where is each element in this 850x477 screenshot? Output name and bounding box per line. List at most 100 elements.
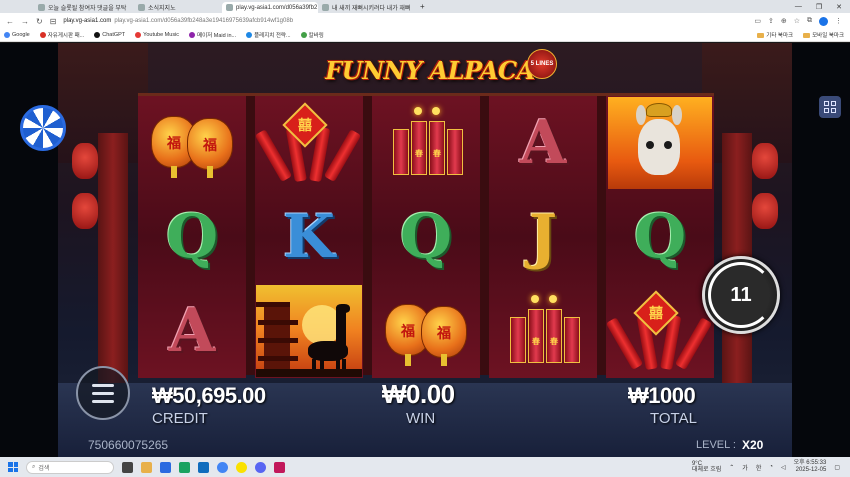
back-icon[interactable]: ← xyxy=(6,17,14,26)
discord-icon[interactable] xyxy=(255,461,266,473)
share-icon[interactable]: ⇪ xyxy=(768,17,774,26)
language-indicator[interactable]: 한 xyxy=(756,463,762,472)
lines-badge: 5 LINES xyxy=(527,49,557,79)
cast-icon[interactable]: ▭ xyxy=(754,17,761,26)
menu-dots-icon[interactable]: ⋮ xyxy=(835,17,842,26)
weather-widget[interactable]: 9°C 대체로 흐림 xyxy=(692,461,721,473)
tab-0[interactable]: 오늘 슬롯될 참여자 댓글을 부탁 xyxy=(34,2,134,13)
bookmark-6[interactable]: 칼바링 xyxy=(300,31,324,39)
symbol-pagoda-alpaca xyxy=(255,284,363,378)
reel-3: 春 春 Q 福 福 xyxy=(372,96,480,378)
temple-pillar xyxy=(98,133,128,383)
volume-icon[interactable]: ◁ xyxy=(781,464,786,471)
store-icon[interactable] xyxy=(160,461,171,473)
symbol-a: A xyxy=(168,296,216,366)
lantern-icon: 福 福 xyxy=(381,296,471,366)
reel-2: 囍 K xyxy=(254,96,363,378)
media-icon[interactable] xyxy=(274,461,285,473)
lantern-icon: 福 福 xyxy=(147,108,237,178)
tab-favicon-icon xyxy=(138,4,145,11)
system-tray: 9°C 대체로 흐림 ⌃ 가 한 ◔ ◁ 오후 6:55:33 2025-12-… xyxy=(692,460,850,474)
symbol-firecracker-bundle: 囍 xyxy=(605,284,714,378)
taskbar-search[interactable]: ⌕ 검색 xyxy=(26,460,114,474)
kakaotalk-icon[interactable] xyxy=(236,461,247,473)
notification-icon[interactable]: ▢ xyxy=(834,464,840,471)
reload-icon[interactable]: ↻ xyxy=(36,17,43,26)
firecracker-bundle-icon: 囍 xyxy=(605,290,713,371)
bookmark-star-icon[interactable]: ☆ xyxy=(794,17,800,26)
site-info-icon[interactable]: ⊟ xyxy=(50,17,57,26)
zoom-icon[interactable]: ⊕ xyxy=(781,17,787,26)
firecracker-bundle-icon: 囍 xyxy=(254,102,362,183)
symbol-q: Q xyxy=(399,202,453,272)
side-lantern xyxy=(752,193,778,229)
search-placeholder: 검색 xyxy=(38,465,50,472)
clock[interactable]: 오후 6:55:33 2025-12-05 xyxy=(794,460,827,474)
browser-tab-bar: 오늘 슬롯될 참여자 댓글을 부탁 소식지지노 play.vg-asia1.co… xyxy=(0,0,850,13)
new-tab-button[interactable]: + xyxy=(420,2,425,11)
bookmark-1[interactable]: 자유게시판 패... xyxy=(39,31,84,39)
hamburger-icon xyxy=(92,383,114,387)
total-bet-value[interactable]: ₩1000 xyxy=(628,383,696,409)
chrome-icon[interactable] xyxy=(217,461,228,473)
edge-icon[interactable] xyxy=(198,461,209,473)
chevron-up-icon[interactable]: ⌃ xyxy=(729,464,734,471)
credit-value: ₩50,695.00 xyxy=(152,383,266,408)
reel-5: Q 囍 xyxy=(605,96,714,378)
tab-title: play.vg-asia1.com/d056a39fb2 xyxy=(236,4,318,11)
bookmark-4[interactable]: 메이저 Maid in... xyxy=(189,31,236,39)
bookmark-favicon-icon xyxy=(39,32,46,38)
fullscreen-button[interactable] xyxy=(819,96,841,118)
address-bar: ← → ↻ ⊟ play.vg-asia1.com play.vg-asia1.… xyxy=(0,13,850,29)
round-id: 750660075265 xyxy=(88,438,169,452)
tab-2[interactable]: play.vg-asia1.com/d056a39fb2 × xyxy=(222,2,318,13)
profile-avatar[interactable] xyxy=(819,16,828,26)
window-controls: — ❐ ✕ xyxy=(795,3,850,11)
address-bar-actions: ▭ ⇪ ⊕ ☆ ⧉ ⋮ xyxy=(754,16,850,26)
bonus-wheel-icon[interactable] xyxy=(20,105,66,151)
tab-3[interactable]: 내 새끼 재뻐시키려다 내가 재뻐 xyxy=(318,2,414,13)
spin-arrow-icon xyxy=(708,262,774,328)
bookmarks-bar: Google 자유게시판 패... ChatGPT Youtube Music … xyxy=(0,29,850,42)
bookmark-folder-other[interactable]: 기타 북마크 xyxy=(757,31,793,39)
minimize-icon[interactable]: — xyxy=(795,3,802,11)
bookmark-2[interactable]: ChatGPT xyxy=(94,32,125,38)
extensions-icon[interactable]: ⧉ xyxy=(807,17,812,26)
side-lantern xyxy=(752,143,778,179)
win-value: ₩0.00 xyxy=(382,379,455,409)
bookmark-5[interactable]: 플레지치 전략... xyxy=(246,31,291,39)
bookmark-favicon-icon xyxy=(94,32,101,38)
url-field[interactable]: play.vg-asia1.com play.vg-asia1.com/d056… xyxy=(63,18,293,24)
bookmark-folder-mobile[interactable]: 모바일 북마크 xyxy=(803,31,844,39)
ime-mode[interactable]: 가 xyxy=(742,463,748,472)
url-host: play.vg-asia1.com xyxy=(63,18,112,24)
app-icon[interactable] xyxy=(179,461,190,473)
url-path: play.vg-asia1.com/d056a39fb248a3e1941697… xyxy=(114,18,294,24)
maximize-icon[interactable]: ❐ xyxy=(816,3,822,11)
forward-icon[interactable]: → xyxy=(21,17,29,26)
symbol-firecracker-bundle: 囍 xyxy=(254,96,363,190)
side-lantern xyxy=(72,143,98,179)
level-value: X20 xyxy=(742,438,764,452)
network-icon[interactable]: ◔ xyxy=(769,464,773,470)
symbol-firecrackers: 春 春 xyxy=(372,96,480,190)
windows-taskbar: ⌕ 검색 9°C 대체로 흐림 ⌃ 가 한 ◔ ◁ 오후 6:55:33 202… xyxy=(0,457,850,477)
total-bet-label: TOTAL xyxy=(650,410,697,427)
symbol-q: Q xyxy=(633,202,687,272)
firecrackers-icon: 春 春 xyxy=(498,295,588,367)
windows-start-icon[interactable] xyxy=(8,462,18,472)
reel-4: A J 春 春 xyxy=(489,96,597,378)
bookmark-favicon-icon xyxy=(4,32,10,38)
tab-title: 내 새끼 재뻐시키려다 내가 재뻐 xyxy=(332,6,411,12)
game-canvas[interactable]: FUNNY ALPACA 5 LINES 福 福 Q A 囍 K 春 春 Q 福… xyxy=(0,43,850,457)
tab-1[interactable]: 소식지지노 xyxy=(134,2,222,13)
credit-label: CREDIT xyxy=(152,410,208,427)
bookmark-0[interactable]: Google xyxy=(4,32,30,38)
file-explorer-icon[interactable] xyxy=(141,461,152,473)
task-view-icon[interactable] xyxy=(122,461,133,473)
bookmark-3[interactable]: Youtube Music xyxy=(135,32,179,38)
menu-button[interactable] xyxy=(76,366,130,420)
symbol-firecrackers: 春 春 xyxy=(489,284,597,378)
search-icon: ⌕ xyxy=(32,463,36,470)
close-window-icon[interactable]: ✕ xyxy=(836,3,842,11)
